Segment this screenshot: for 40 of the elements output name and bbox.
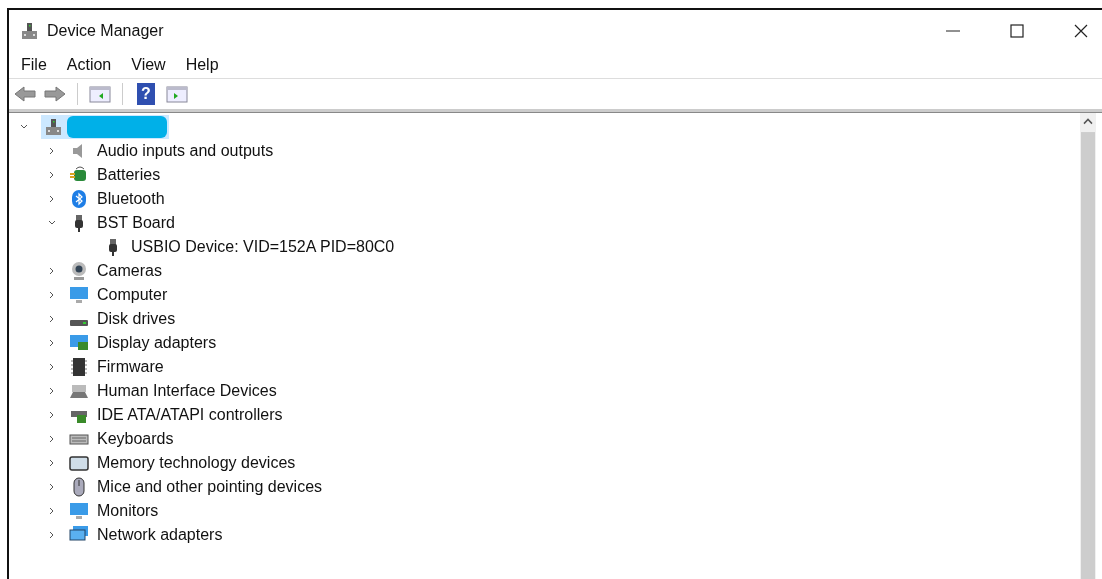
forward-arrow-icon[interactable] — [43, 84, 67, 104]
back-arrow-icon[interactable] — [13, 84, 37, 104]
tree-item[interactable]: Monitors — [97, 502, 159, 520]
tree-item[interactable]: BST Board — [97, 214, 175, 232]
close-icon[interactable] — [1074, 24, 1088, 38]
menu-item[interactable]: Help — [185, 56, 219, 74]
properties-pane-icon[interactable] — [88, 84, 112, 104]
tree-item[interactable]: Cameras — [97, 262, 162, 280]
tree-item[interactable]: USBIO Device: VID=152A PID=80C0 — [131, 238, 395, 256]
tree-item[interactable]: IDE ATA/ATAPI controllers — [97, 406, 283, 424]
tree-item[interactable]: Computer — [97, 286, 168, 304]
tree-item[interactable]: Batteries — [97, 166, 161, 184]
tree-item[interactable]: Memory technology devices — [97, 454, 296, 472]
camera-icon — [69, 261, 89, 281]
help-button[interactable]: ? — [137, 83, 155, 105]
tree-item[interactable]: Firmware — [97, 358, 164, 376]
computer-icon — [19, 21, 39, 41]
chip-icon — [69, 357, 89, 377]
menu-item[interactable]: View — [131, 56, 166, 74]
tree-item[interactable]: Keyboards — [97, 430, 174, 448]
menu-item[interactable]: File — [21, 56, 47, 74]
tree-item[interactable]: Display adapters — [97, 334, 217, 352]
display-icon — [69, 333, 89, 353]
maximize-icon[interactable] — [1010, 24, 1024, 38]
monitor-icon — [69, 501, 89, 521]
window-title: Device Manager — [47, 22, 164, 40]
root-node[interactable] — [41, 115, 169, 139]
menu-item[interactable]: Action — [66, 56, 112, 74]
pane-icon[interactable] — [165, 84, 189, 104]
tree-item[interactable]: Bluetooth — [97, 190, 165, 208]
tree-item[interactable]: Human Interface Devices — [97, 382, 277, 400]
scrollbar[interactable] — [1080, 113, 1096, 579]
bluetooth-icon — [69, 189, 89, 209]
tree-item[interactable]: Disk drives — [97, 310, 176, 328]
tree-item[interactable]: Mice and other pointing devices — [97, 478, 323, 496]
monitor-icon — [69, 285, 89, 305]
computer-icon — [43, 117, 63, 137]
tree-item[interactable]: Audio inputs and outputs — [97, 142, 274, 160]
tree-item[interactable]: Network adapters — [97, 526, 223, 544]
memory-icon — [69, 453, 89, 473]
